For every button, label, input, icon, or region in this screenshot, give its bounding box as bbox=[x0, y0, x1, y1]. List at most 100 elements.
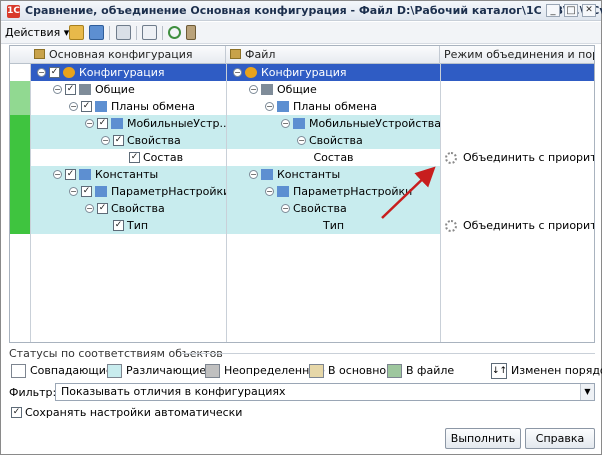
merge-mode-cell[interactable] bbox=[441, 200, 594, 217]
comparison-tree-grid[interactable]: Основная конфигурация Файл Режим объедин… bbox=[9, 45, 595, 343]
status-indicator bbox=[10, 200, 30, 217]
merge-checkbox[interactable]: ✓ bbox=[97, 202, 108, 214]
actions-label: Действия bbox=[5, 26, 61, 39]
execute-button[interactable]: Выполнить bbox=[445, 428, 521, 449]
file-cell[interactable]: Тип bbox=[227, 217, 440, 234]
collapse-toggle-icon[interactable]: − bbox=[101, 135, 110, 145]
column-header-file[interactable]: Файл bbox=[226, 46, 440, 64]
collapse-toggle-icon[interactable]: − bbox=[37, 67, 46, 77]
table-row[interactable]: − ✓ Общие − Общие bbox=[10, 81, 594, 98]
merge-mode-cell[interactable] bbox=[441, 183, 594, 200]
file-cell[interactable]: − ПараметрНастройки bbox=[227, 183, 440, 200]
main-config-cell[interactable]: − ✓ МобильныеУстр... bbox=[31, 115, 226, 132]
merge-checkbox[interactable]: ✓ bbox=[97, 117, 108, 129]
file-cell[interactable]: − Свойства bbox=[227, 200, 440, 217]
main-config-cell[interactable]: − ✓ Свойства bbox=[31, 132, 226, 149]
column-header-merge-mode[interactable]: Режим объединения и пор... bbox=[440, 46, 594, 64]
main-config-cell[interactable]: − ✓ Планы обмена bbox=[31, 98, 226, 115]
file-cell[interactable]: − МобильныеУстройства bbox=[227, 115, 440, 132]
collapse-toggle-icon[interactable]: − bbox=[281, 203, 290, 213]
table-row[interactable]: ✓ТипТипОбъединить с приоритетом... bbox=[10, 217, 594, 234]
object-name: ПараметрНастройки bbox=[111, 185, 226, 198]
settings-icon[interactable] bbox=[186, 25, 196, 40]
main-config-cell[interactable]: − ✓ Свойства bbox=[31, 200, 226, 217]
filter-select[interactable]: Показывать отличия в конфигурациях ▼ bbox=[55, 383, 595, 401]
main-config-cell[interactable]: ✓ Тип bbox=[31, 217, 226, 234]
merge-checkbox[interactable]: ✓ bbox=[65, 83, 76, 95]
gear-icon[interactable] bbox=[445, 152, 457, 164]
table-row[interactable]: − ✓ Свойства − Свойства bbox=[10, 132, 594, 149]
legend-swatch bbox=[387, 364, 402, 378]
merge-mode-cell[interactable] bbox=[441, 115, 594, 132]
gear-icon[interactable] bbox=[445, 220, 457, 232]
file-cell[interactable]: − Планы обмена bbox=[227, 98, 440, 115]
file-cell[interactable]: − Свойства bbox=[227, 132, 440, 149]
main-config-cell[interactable]: − ✓ ПараметрНастройки bbox=[31, 183, 226, 200]
collapse-toggle-icon[interactable]: − bbox=[297, 135, 306, 145]
object-name: Свойства bbox=[111, 202, 165, 215]
chevron-down-icon[interactable]: ▼ bbox=[580, 384, 594, 400]
merge-checkbox[interactable]: ✓ bbox=[113, 134, 124, 146]
collapse-toggle-icon[interactable]: − bbox=[85, 118, 94, 128]
mark-icon[interactable] bbox=[116, 25, 131, 40]
merge-mode-cell[interactable]: Объединить с приоритетом... bbox=[441, 149, 594, 166]
save-file-icon[interactable] bbox=[89, 25, 104, 40]
table-row[interactable]: − ✓ Планы обмена − Планы обмена bbox=[10, 98, 594, 115]
merge-checkbox[interactable]: ✓ bbox=[129, 151, 140, 163]
open-file-icon[interactable] bbox=[69, 25, 84, 40]
collapse-toggle-icon[interactable]: − bbox=[249, 84, 258, 94]
collapse-toggle-icon[interactable]: − bbox=[265, 101, 274, 111]
collapse-toggle-icon[interactable]: − bbox=[53, 84, 62, 94]
file-cell[interactable]: − Константы bbox=[227, 166, 440, 183]
table-row[interactable]: ✓СоставСоставОбъединить с приоритетом... bbox=[10, 149, 594, 166]
collapse-toggle-icon[interactable]: − bbox=[265, 186, 274, 196]
merge-mode-cell[interactable] bbox=[441, 132, 594, 149]
title-bar[interactable]: 1С Сравнение, объединение Основная конфи… bbox=[1, 1, 602, 21]
minimize-button[interactable]: _ bbox=[546, 4, 560, 17]
merge-mode-cell[interactable]: Объединить с приоритетом... bbox=[441, 217, 594, 234]
filter-label: Фильтр: bbox=[9, 386, 57, 399]
metadata-object-icon bbox=[293, 117, 305, 129]
main-config-cell[interactable]: − ✓ Константы bbox=[31, 166, 226, 183]
file-cell[interactable]: − Конфигурация bbox=[227, 64, 440, 81]
main-config-cell[interactable]: − ✓ Общие bbox=[31, 81, 226, 98]
merge-checkbox[interactable]: ✓ bbox=[81, 185, 92, 197]
collapse-toggle-icon[interactable]: − bbox=[69, 186, 78, 196]
refresh-icon[interactable] bbox=[168, 26, 181, 39]
collapse-toggle-icon[interactable]: − bbox=[281, 118, 290, 128]
report-icon[interactable] bbox=[142, 25, 157, 40]
table-row[interactable]: − ✓ Конфигурация − Конфигурация bbox=[10, 64, 594, 81]
main-config-cell[interactable]: ✓ Состав bbox=[31, 149, 226, 166]
actions-menu[interactable]: Действия ▾ bbox=[5, 26, 69, 39]
help-button[interactable]: Справка bbox=[525, 428, 595, 449]
file-cell[interactable]: − Общие bbox=[227, 81, 440, 98]
collapse-toggle-icon[interactable]: − bbox=[233, 67, 242, 77]
merge-mode-cell[interactable] bbox=[441, 166, 594, 183]
collapse-toggle-icon[interactable]: − bbox=[85, 203, 94, 213]
metadata-object-icon bbox=[245, 66, 257, 78]
maximize-button[interactable]: □ bbox=[564, 4, 578, 17]
merge-checkbox[interactable]: ✓ bbox=[49, 66, 60, 78]
merge-checkbox[interactable]: ✓ bbox=[65, 168, 76, 180]
collapse-toggle-icon[interactable]: − bbox=[249, 169, 258, 179]
merge-mode-cell[interactable] bbox=[441, 64, 594, 81]
main-config-cell[interactable]: − ✓ Конфигурация bbox=[31, 64, 226, 81]
save-settings-checkbox[interactable]: ✓ Сохранять настройки автоматически bbox=[11, 406, 242, 420]
collapse-toggle-icon[interactable]: − bbox=[53, 169, 62, 179]
merge-mode-cell[interactable] bbox=[441, 81, 594, 98]
order-changed-icon: ↓↑ bbox=[491, 363, 507, 379]
grid-header: Основная конфигурация Файл Режим объедин… bbox=[10, 46, 594, 64]
column-header-main[interactable]: Основная конфигурация bbox=[30, 46, 226, 64]
legend-swatch bbox=[11, 364, 26, 378]
collapse-toggle-icon[interactable]: − bbox=[69, 101, 78, 111]
table-row[interactable]: − ✓ Свойства − Свойства bbox=[10, 200, 594, 217]
close-button[interactable]: ✕ bbox=[582, 4, 596, 17]
merge-checkbox[interactable]: ✓ bbox=[113, 219, 124, 231]
merge-mode-cell[interactable] bbox=[441, 98, 594, 115]
metadata-object-icon bbox=[79, 168, 91, 180]
table-row[interactable]: − ✓ МобильныеУстр... − МобильныеУстройства bbox=[10, 115, 594, 132]
table-row[interactable]: − ✓ ПараметрНастройки − ПараметрНастройки bbox=[10, 183, 594, 200]
merge-checkbox[interactable]: ✓ bbox=[81, 100, 92, 112]
table-row[interactable]: − ✓ Константы − Константы bbox=[10, 166, 594, 183]
file-cell[interactable]: Состав bbox=[227, 149, 440, 166]
